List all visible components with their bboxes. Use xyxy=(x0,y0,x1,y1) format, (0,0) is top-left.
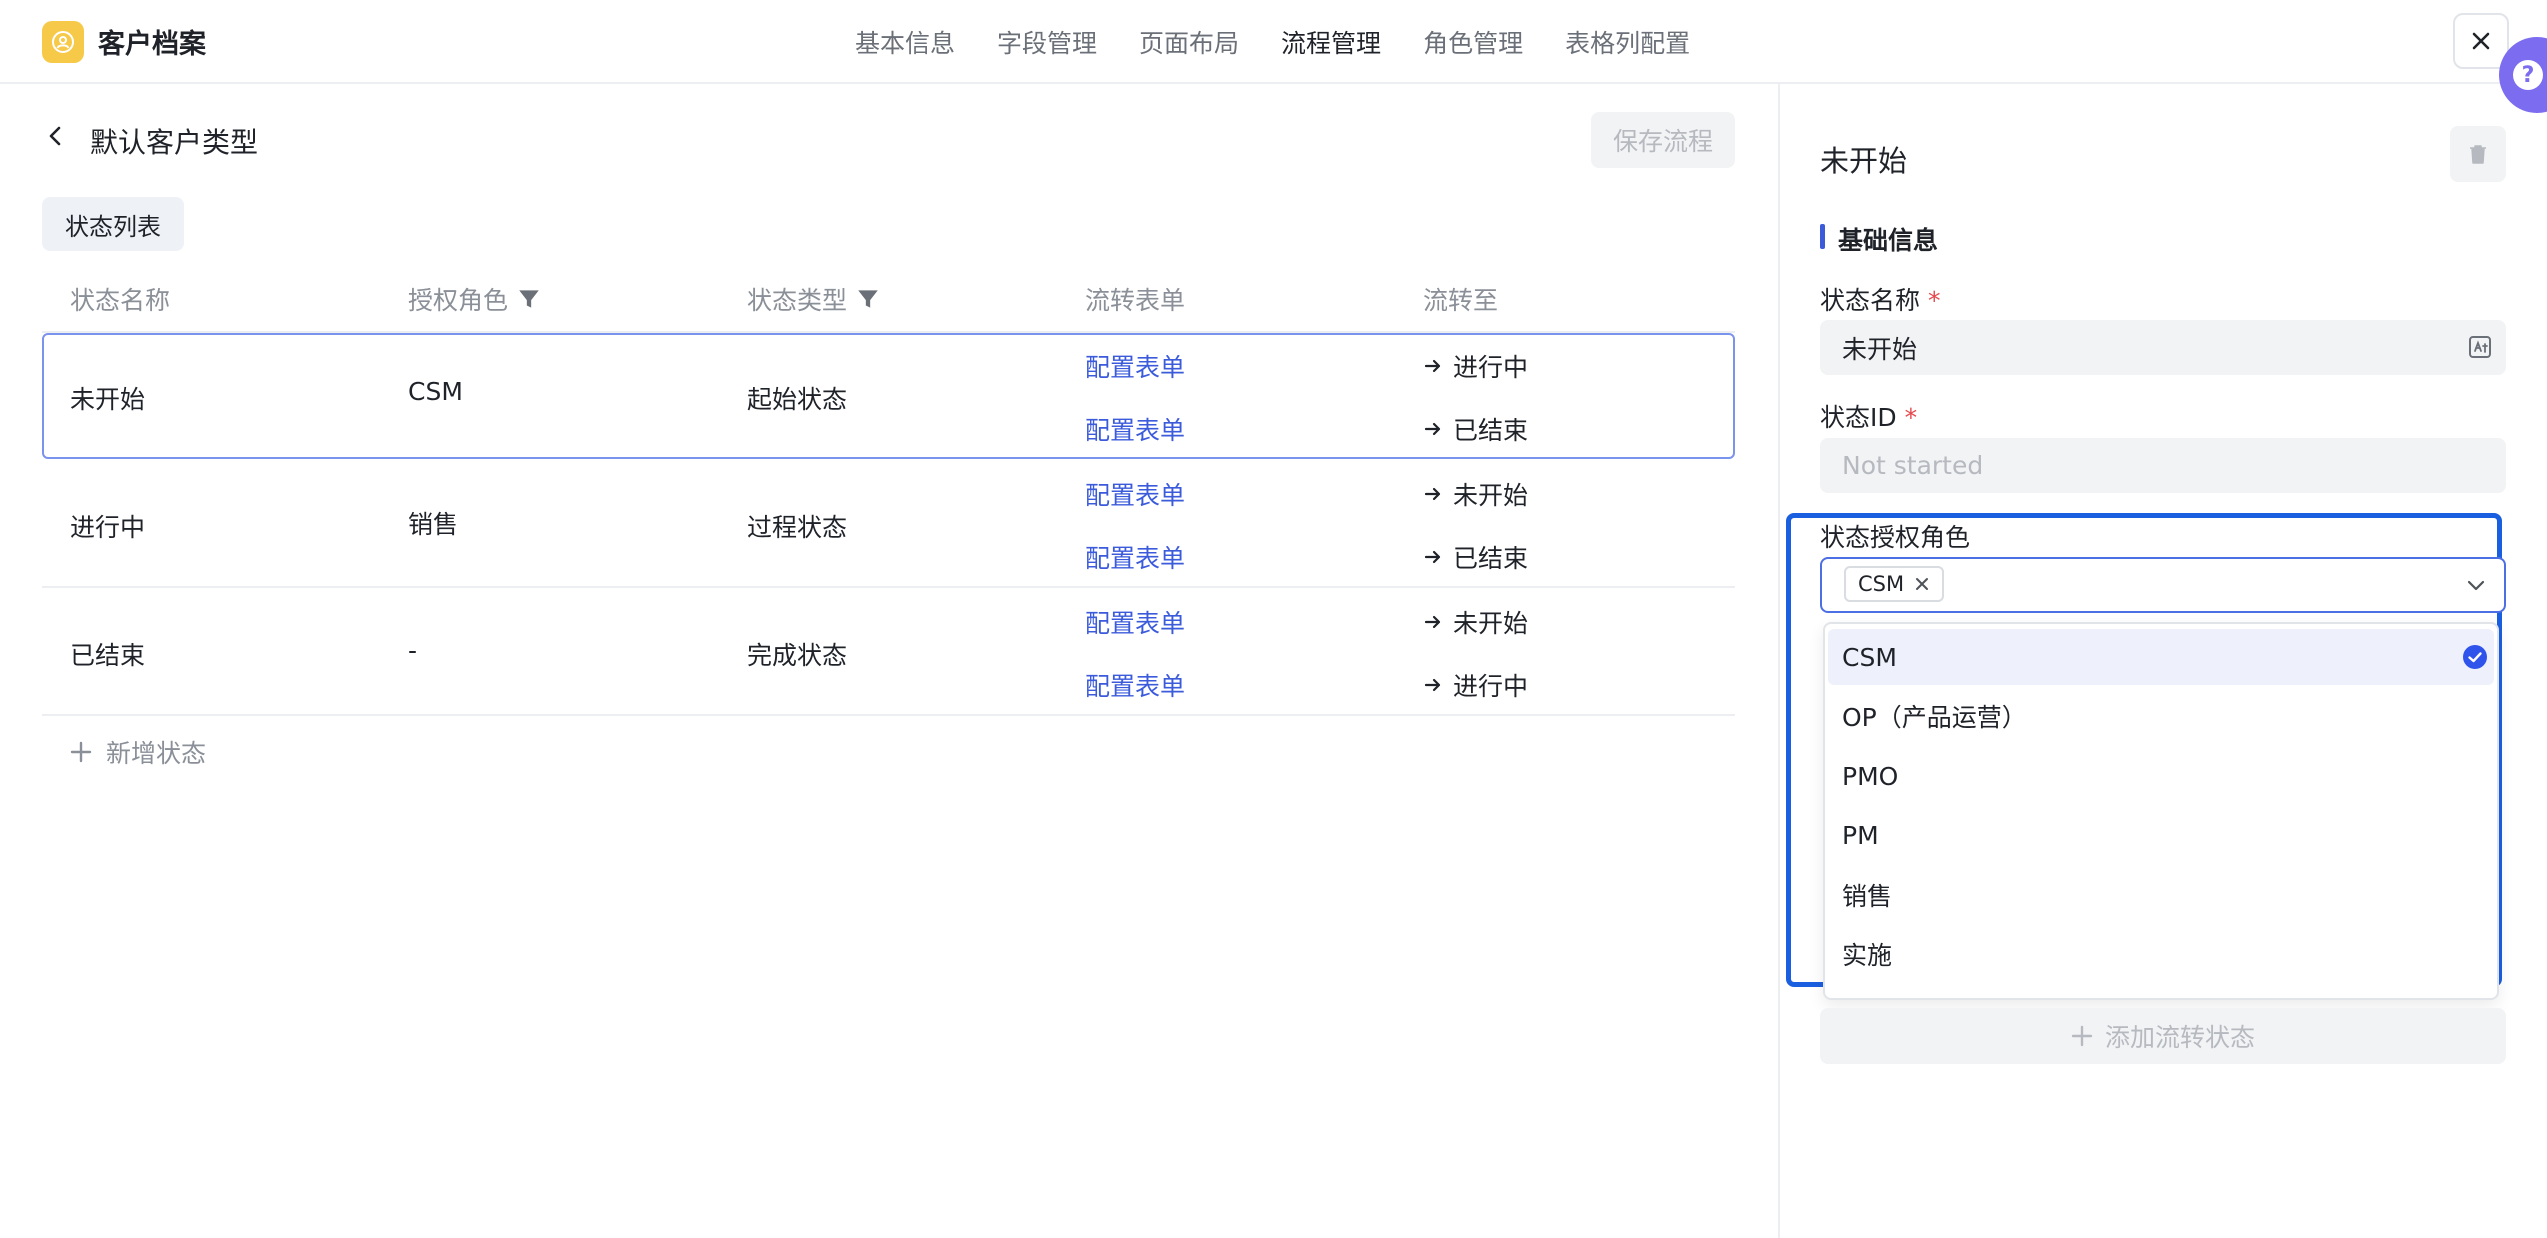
flow-target-label: 已结束 xyxy=(1453,544,1529,573)
page-title: 默认客户类型 xyxy=(90,126,259,159)
flow-target-label: 进行中 xyxy=(1453,353,1529,382)
arrow-right-icon xyxy=(1424,422,1441,436)
row-role: - xyxy=(408,636,418,665)
flow-target-label: 未开始 xyxy=(1453,609,1529,638)
configure-form-link[interactable]: 配置表单 xyxy=(1085,604,1185,640)
state-id-label-text: 状态ID xyxy=(1820,403,1897,432)
configure-form-link[interactable]: 配置表单 xyxy=(1085,667,1185,703)
chevron-down-icon[interactable] xyxy=(2464,573,2488,597)
flow-target: 已结束 xyxy=(1423,411,1528,447)
flow-target-label: 未开始 xyxy=(1453,481,1529,510)
panel-divider xyxy=(1778,84,1780,1238)
add-flow-state-button[interactable]: 添加流转状态 xyxy=(1820,1008,2506,1064)
configure-form-link[interactable]: 配置表单 xyxy=(1085,539,1185,575)
flow-target-label: 进行中 xyxy=(1453,672,1529,701)
row-state-name: 未开始 xyxy=(70,385,146,414)
dropdown-option[interactable]: OP（产品运营） xyxy=(1828,688,2494,744)
panel-title: 未开始 xyxy=(1820,144,1908,178)
column-header-label: 授权角色 xyxy=(408,286,509,315)
app-logo-icon xyxy=(42,21,84,63)
close-icon xyxy=(2472,32,2490,50)
row-role: CSM xyxy=(408,377,463,406)
add-state-button[interactable]: 新增状态 xyxy=(70,734,206,770)
arrow-right-icon xyxy=(1424,615,1441,629)
trash-icon xyxy=(2470,145,2486,164)
state-name-value: 未开始 xyxy=(1842,334,1918,364)
dropdown-option[interactable]: 实施 xyxy=(1828,926,2494,982)
check-circle-icon xyxy=(2463,645,2487,669)
column-header-form: 流转表单 xyxy=(1085,281,1185,317)
flow-target: 进行中 xyxy=(1423,348,1528,384)
required-mark: * xyxy=(1904,403,1918,432)
tag-label: CSM xyxy=(1858,572,1905,596)
roles-label: 状态授权角色 xyxy=(1820,523,1971,552)
column-header-label: 流转至 xyxy=(1423,286,1499,315)
save-flow-button[interactable]: 保存流程 xyxy=(1591,112,1735,168)
row-state-type: 过程状态 xyxy=(747,513,848,542)
add-state-label: 新增状态 xyxy=(106,739,207,768)
plus-icon xyxy=(70,741,92,763)
tab-state-list[interactable]: 状态列表 xyxy=(42,197,184,251)
configure-form-link[interactable]: 配置表单 xyxy=(1085,411,1185,447)
filter-icon[interactable] xyxy=(516,286,542,312)
tag-remove-icon[interactable] xyxy=(1914,576,1930,592)
state-name-label-text: 状态名称 xyxy=(1820,286,1921,315)
section-title: 基础信息 xyxy=(1838,226,1939,255)
state-id-input[interactable]: Not started xyxy=(1820,438,2506,493)
nav-flow-management[interactable]: 流程管理 xyxy=(1281,24,1381,60)
required-mark: * xyxy=(1928,286,1941,315)
row-divider xyxy=(42,586,1735,588)
column-header-target: 流转至 xyxy=(1423,281,1498,317)
top-bar: 客户档案 基本信息 字段管理 页面布局 流程管理 角色管理 表格列配置 ? xyxy=(0,0,2547,113)
row-state-type: 完成状态 xyxy=(747,641,848,670)
state-name-label: 状态名称 * xyxy=(1820,281,1941,317)
column-header-label: 状态名称 xyxy=(70,286,171,315)
nav-role-management[interactable]: 角色管理 xyxy=(1423,24,1523,60)
column-header-role: 授权角色 xyxy=(408,281,542,317)
arrow-right-icon xyxy=(1424,550,1441,564)
selected-role-tag: CSM xyxy=(1844,566,1945,602)
arrow-right-icon xyxy=(1424,678,1441,692)
row-state-name: 进行中 xyxy=(70,513,146,542)
configure-form-link[interactable]: 配置表单 xyxy=(1085,476,1185,512)
translate-icon[interactable] xyxy=(2468,335,2492,359)
arrow-right-icon xyxy=(1424,487,1441,501)
section-accent-bar xyxy=(1820,224,1825,249)
nav-basic-info[interactable]: 基本信息 xyxy=(855,24,955,60)
arrow-right-icon xyxy=(1424,359,1441,373)
delete-button[interactable] xyxy=(2450,126,2506,182)
configure-form-link[interactable]: 配置表单 xyxy=(1085,348,1185,384)
row-state-type: 起始状态 xyxy=(747,385,848,414)
nav-page-layout[interactable]: 页面布局 xyxy=(1139,24,1239,60)
dropdown-option[interactable]: CSM xyxy=(1828,629,2494,685)
row-role: 销售 xyxy=(408,510,459,539)
plus-icon xyxy=(2071,1025,2093,1047)
column-header-name: 状态名称 xyxy=(70,281,170,317)
flow-target: 进行中 xyxy=(1423,667,1528,703)
state-name-input[interactable]: 未开始 xyxy=(1820,320,2506,375)
nav-field-management[interactable]: 字段管理 xyxy=(997,24,1097,60)
flow-target-label: 已结束 xyxy=(1453,416,1529,445)
question-icon: ? xyxy=(2513,60,2543,90)
row-state-name: 已结束 xyxy=(70,641,146,670)
top-nav: 基本信息 字段管理 页面布局 流程管理 角色管理 表格列配置 xyxy=(855,0,1690,84)
flow-target: 未开始 xyxy=(1423,604,1528,640)
column-header-type: 状态类型 xyxy=(747,281,881,317)
app-title: 客户档案 xyxy=(98,29,206,60)
add-flow-state-label: 添加流转状态 xyxy=(2104,1023,2255,1052)
flow-target: 已结束 xyxy=(1423,539,1528,575)
nav-table-columns[interactable]: 表格列配置 xyxy=(1565,24,1690,60)
flow-target: 未开始 xyxy=(1423,476,1528,512)
dropdown-option[interactable]: PM xyxy=(1828,807,2494,863)
dropdown-option[interactable]: PMO xyxy=(1828,748,2494,804)
column-header-label: 状态类型 xyxy=(747,286,848,315)
back-chevron-icon[interactable] xyxy=(44,124,68,148)
dropdown-option[interactable]: 销售 xyxy=(1828,867,2494,923)
state-id-label: 状态ID * xyxy=(1820,398,1917,434)
column-header-label: 流转表单 xyxy=(1085,286,1186,315)
row-divider xyxy=(42,714,1735,716)
state-id-placeholder: Not started xyxy=(1842,451,1984,480)
filter-icon[interactable] xyxy=(855,286,881,312)
